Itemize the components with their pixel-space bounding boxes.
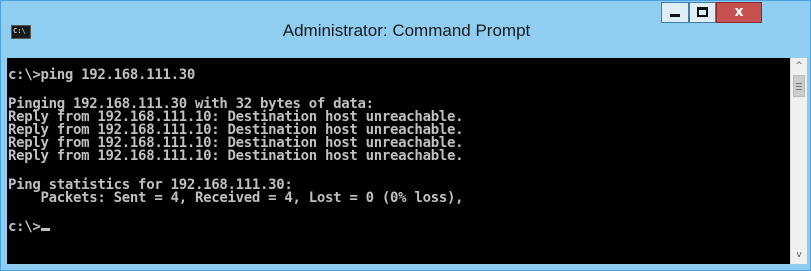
prompt-text: c:\> [8,219,41,235]
prompt-line[interactable]: c:\> [8,219,50,235]
thumb-grip [796,83,802,84]
scroll-thumb[interactable] [793,75,805,97]
console-line: c:\>ping 192.168.111.30 [8,67,195,83]
thumb-grip [796,86,802,87]
close-icon: x [734,4,744,20]
scroll-down-arrow-icon[interactable]: v [791,247,807,264]
scroll-up-arrow-icon[interactable]: ^ [791,58,807,75]
maximize-icon [697,7,708,17]
maximize-button[interactable] [689,2,716,23]
text-cursor [40,228,50,231]
minimize-icon [670,14,680,17]
close-button[interactable]: x [716,2,762,23]
minimize-button[interactable] [661,2,689,23]
window-title: Administrator: Command Prompt [282,21,531,40]
vertical-scrollbar[interactable]: ^ v [790,58,807,264]
title-bar[interactable]: Administrator: Command Prompt x [1,1,810,57]
console-output[interactable]: c:\>ping 192.168.111.30 Pinging 192.168.… [7,58,790,264]
console-line: Packets: Sent = 4, Received = 4, Lost = … [8,190,464,206]
command-prompt-window: Administrator: Command Prompt x c:\>ping… [0,0,811,271]
console-line: Reply from 192.168.111.10: Destination h… [8,148,464,164]
thumb-grip [796,89,802,90]
